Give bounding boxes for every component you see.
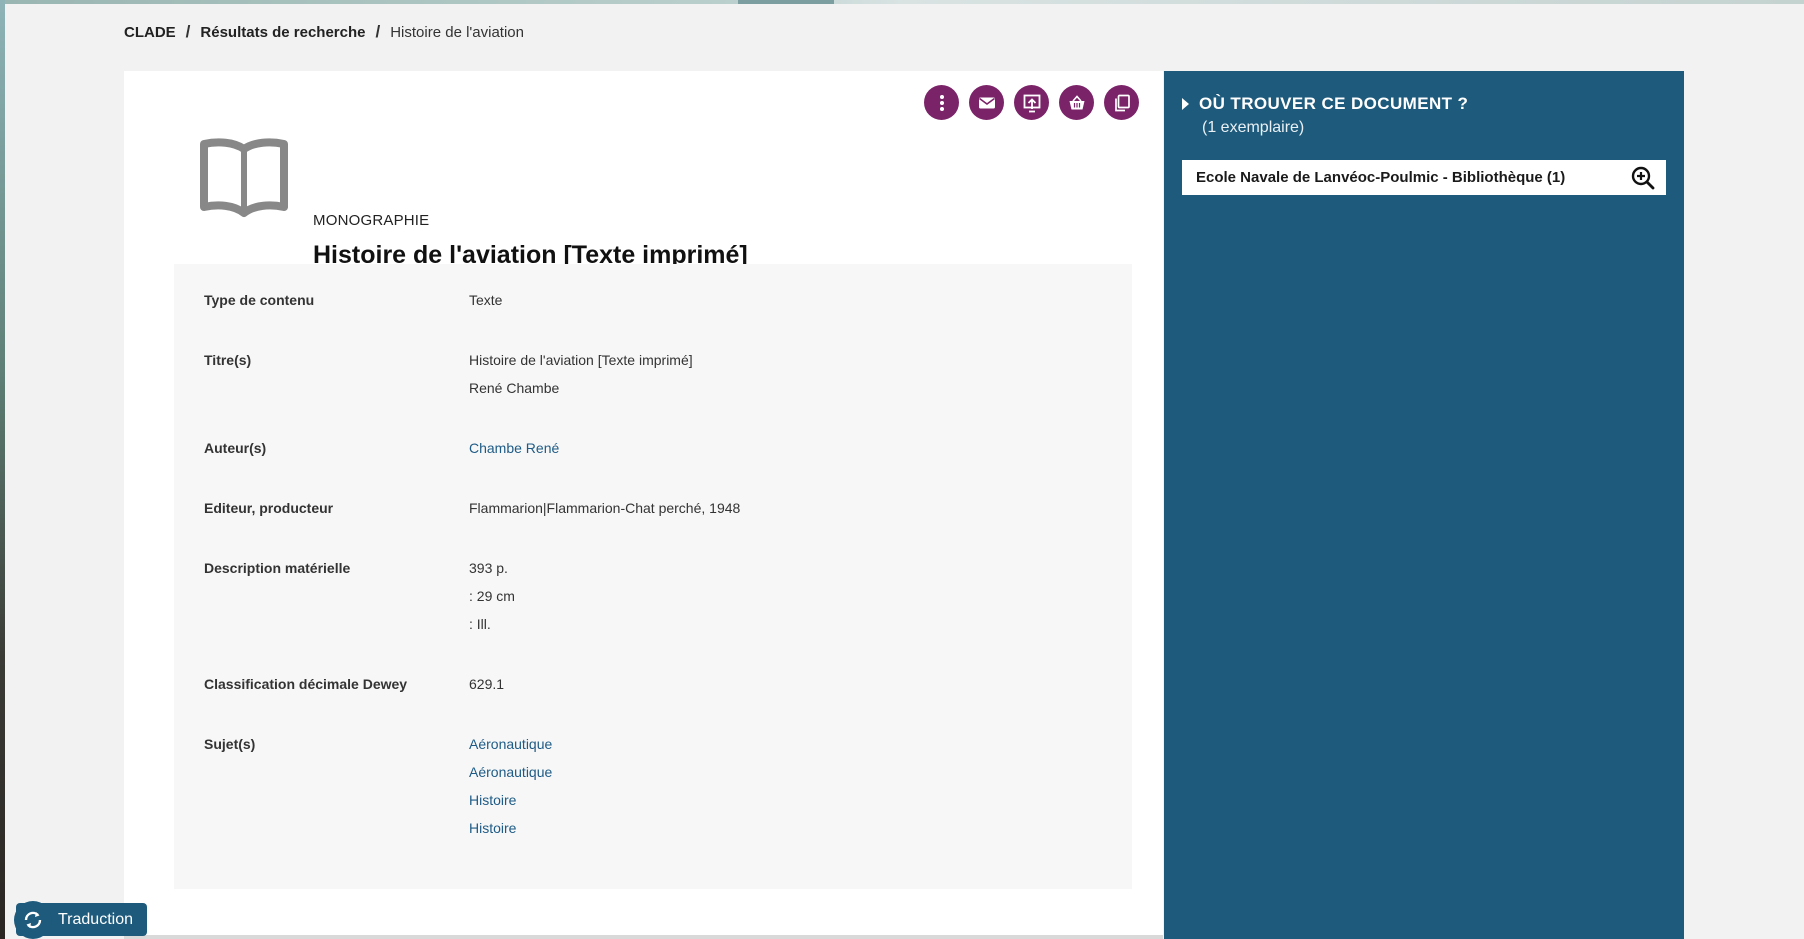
copy-button[interactable] bbox=[1104, 85, 1139, 120]
copy-icon bbox=[1114, 94, 1130, 111]
detail-label: Classification décimale Dewey bbox=[204, 676, 408, 692]
detail-value: Flammarion|Flammarion-Chat perché, 1948 bbox=[469, 500, 741, 516]
more-options-button[interactable] bbox=[924, 85, 959, 120]
subject-link[interactable]: Histoire bbox=[469, 820, 1069, 848]
sync-icon bbox=[24, 911, 42, 928]
card-bottom-divider bbox=[124, 935, 1163, 939]
author-link[interactable]: Chambe René bbox=[469, 440, 1069, 468]
basket-button[interactable] bbox=[1059, 85, 1094, 120]
desktop-left-strip bbox=[0, 0, 5, 939]
detail-label: Sujet(s) bbox=[204, 736, 256, 752]
export-button[interactable] bbox=[1014, 85, 1049, 120]
envelope-icon bbox=[978, 97, 995, 108]
sync-icon-wrapper bbox=[14, 900, 52, 939]
availability-toggle[interactable]: OÙ TROUVER CE DOCUMENT ? bbox=[1182, 94, 1468, 114]
library-name: Ecole Navale de Lanvéoc-Poulmic - Biblio… bbox=[1196, 169, 1566, 186]
subject-link[interactable]: Aéronautique bbox=[469, 764, 1069, 792]
breadcrumb-root-link[interactable]: CLADE bbox=[124, 24, 176, 41]
detail-value: : 29 cm bbox=[469, 588, 515, 604]
availability-panel: OÙ TROUVER CE DOCUMENT ? (1 exemplaire) … bbox=[1164, 71, 1684, 939]
detail-label: Type de contenu bbox=[204, 292, 315, 308]
detail-value: : Ill. bbox=[469, 616, 491, 632]
detail-value: Texte bbox=[469, 292, 503, 308]
translate-button[interactable]: Traduction bbox=[14, 900, 147, 939]
record-details: Type de contenu Texte Titre(s) Histoire … bbox=[174, 264, 1132, 889]
detail-label: Titre(s) bbox=[204, 352, 252, 368]
vertical-dots-icon bbox=[939, 94, 944, 111]
zoom-in-icon[interactable] bbox=[1630, 165, 1656, 191]
detail-value: 629.1 bbox=[469, 676, 505, 692]
desktop-top-strip bbox=[0, 0, 1804, 4]
caret-right-icon bbox=[1182, 98, 1189, 110]
document-type: MONOGRAPHIE bbox=[313, 212, 430, 229]
detail-value: Histoire de l'aviation [Texte imprimé] bbox=[469, 352, 693, 368]
detail-value: 393 p. bbox=[469, 560, 508, 576]
subject-link[interactable]: Histoire bbox=[469, 792, 1069, 820]
detail-value: René Chambe bbox=[469, 380, 560, 396]
breadcrumb: CLADE / Résultats de recherche / Histoir… bbox=[124, 22, 524, 42]
basket-icon bbox=[1069, 94, 1084, 109]
open-book-icon bbox=[200, 138, 288, 217]
detail-label: Auteur(s) bbox=[204, 440, 267, 456]
breadcrumb-results-link[interactable]: Résultats de recherche bbox=[200, 24, 365, 41]
translate-label: Traduction bbox=[58, 910, 133, 928]
record-card: MONOGRAPHIE Histoire de l'aviation [Text… bbox=[124, 71, 1163, 935]
subject-link[interactable]: Aéronautique bbox=[469, 736, 1069, 764]
detail-label: Description matérielle bbox=[204, 560, 351, 576]
breadcrumb-separator: / bbox=[375, 22, 381, 41]
export-icon bbox=[1023, 94, 1040, 112]
copies-count: (1 exemplaire) bbox=[1202, 119, 1305, 136]
library-item[interactable]: Ecole Navale de Lanvéoc-Poulmic - Biblio… bbox=[1182, 160, 1666, 195]
email-button[interactable] bbox=[969, 85, 1004, 120]
breadcrumb-current: Histoire de l'aviation bbox=[390, 23, 524, 41]
detail-label: Editeur, producteur bbox=[204, 500, 334, 516]
record-actions bbox=[924, 85, 1139, 120]
breadcrumb-separator: / bbox=[185, 22, 191, 41]
availability-heading: OÙ TROUVER CE DOCUMENT ? bbox=[1199, 94, 1469, 113]
desktop-tab-strip bbox=[738, 0, 834, 4]
